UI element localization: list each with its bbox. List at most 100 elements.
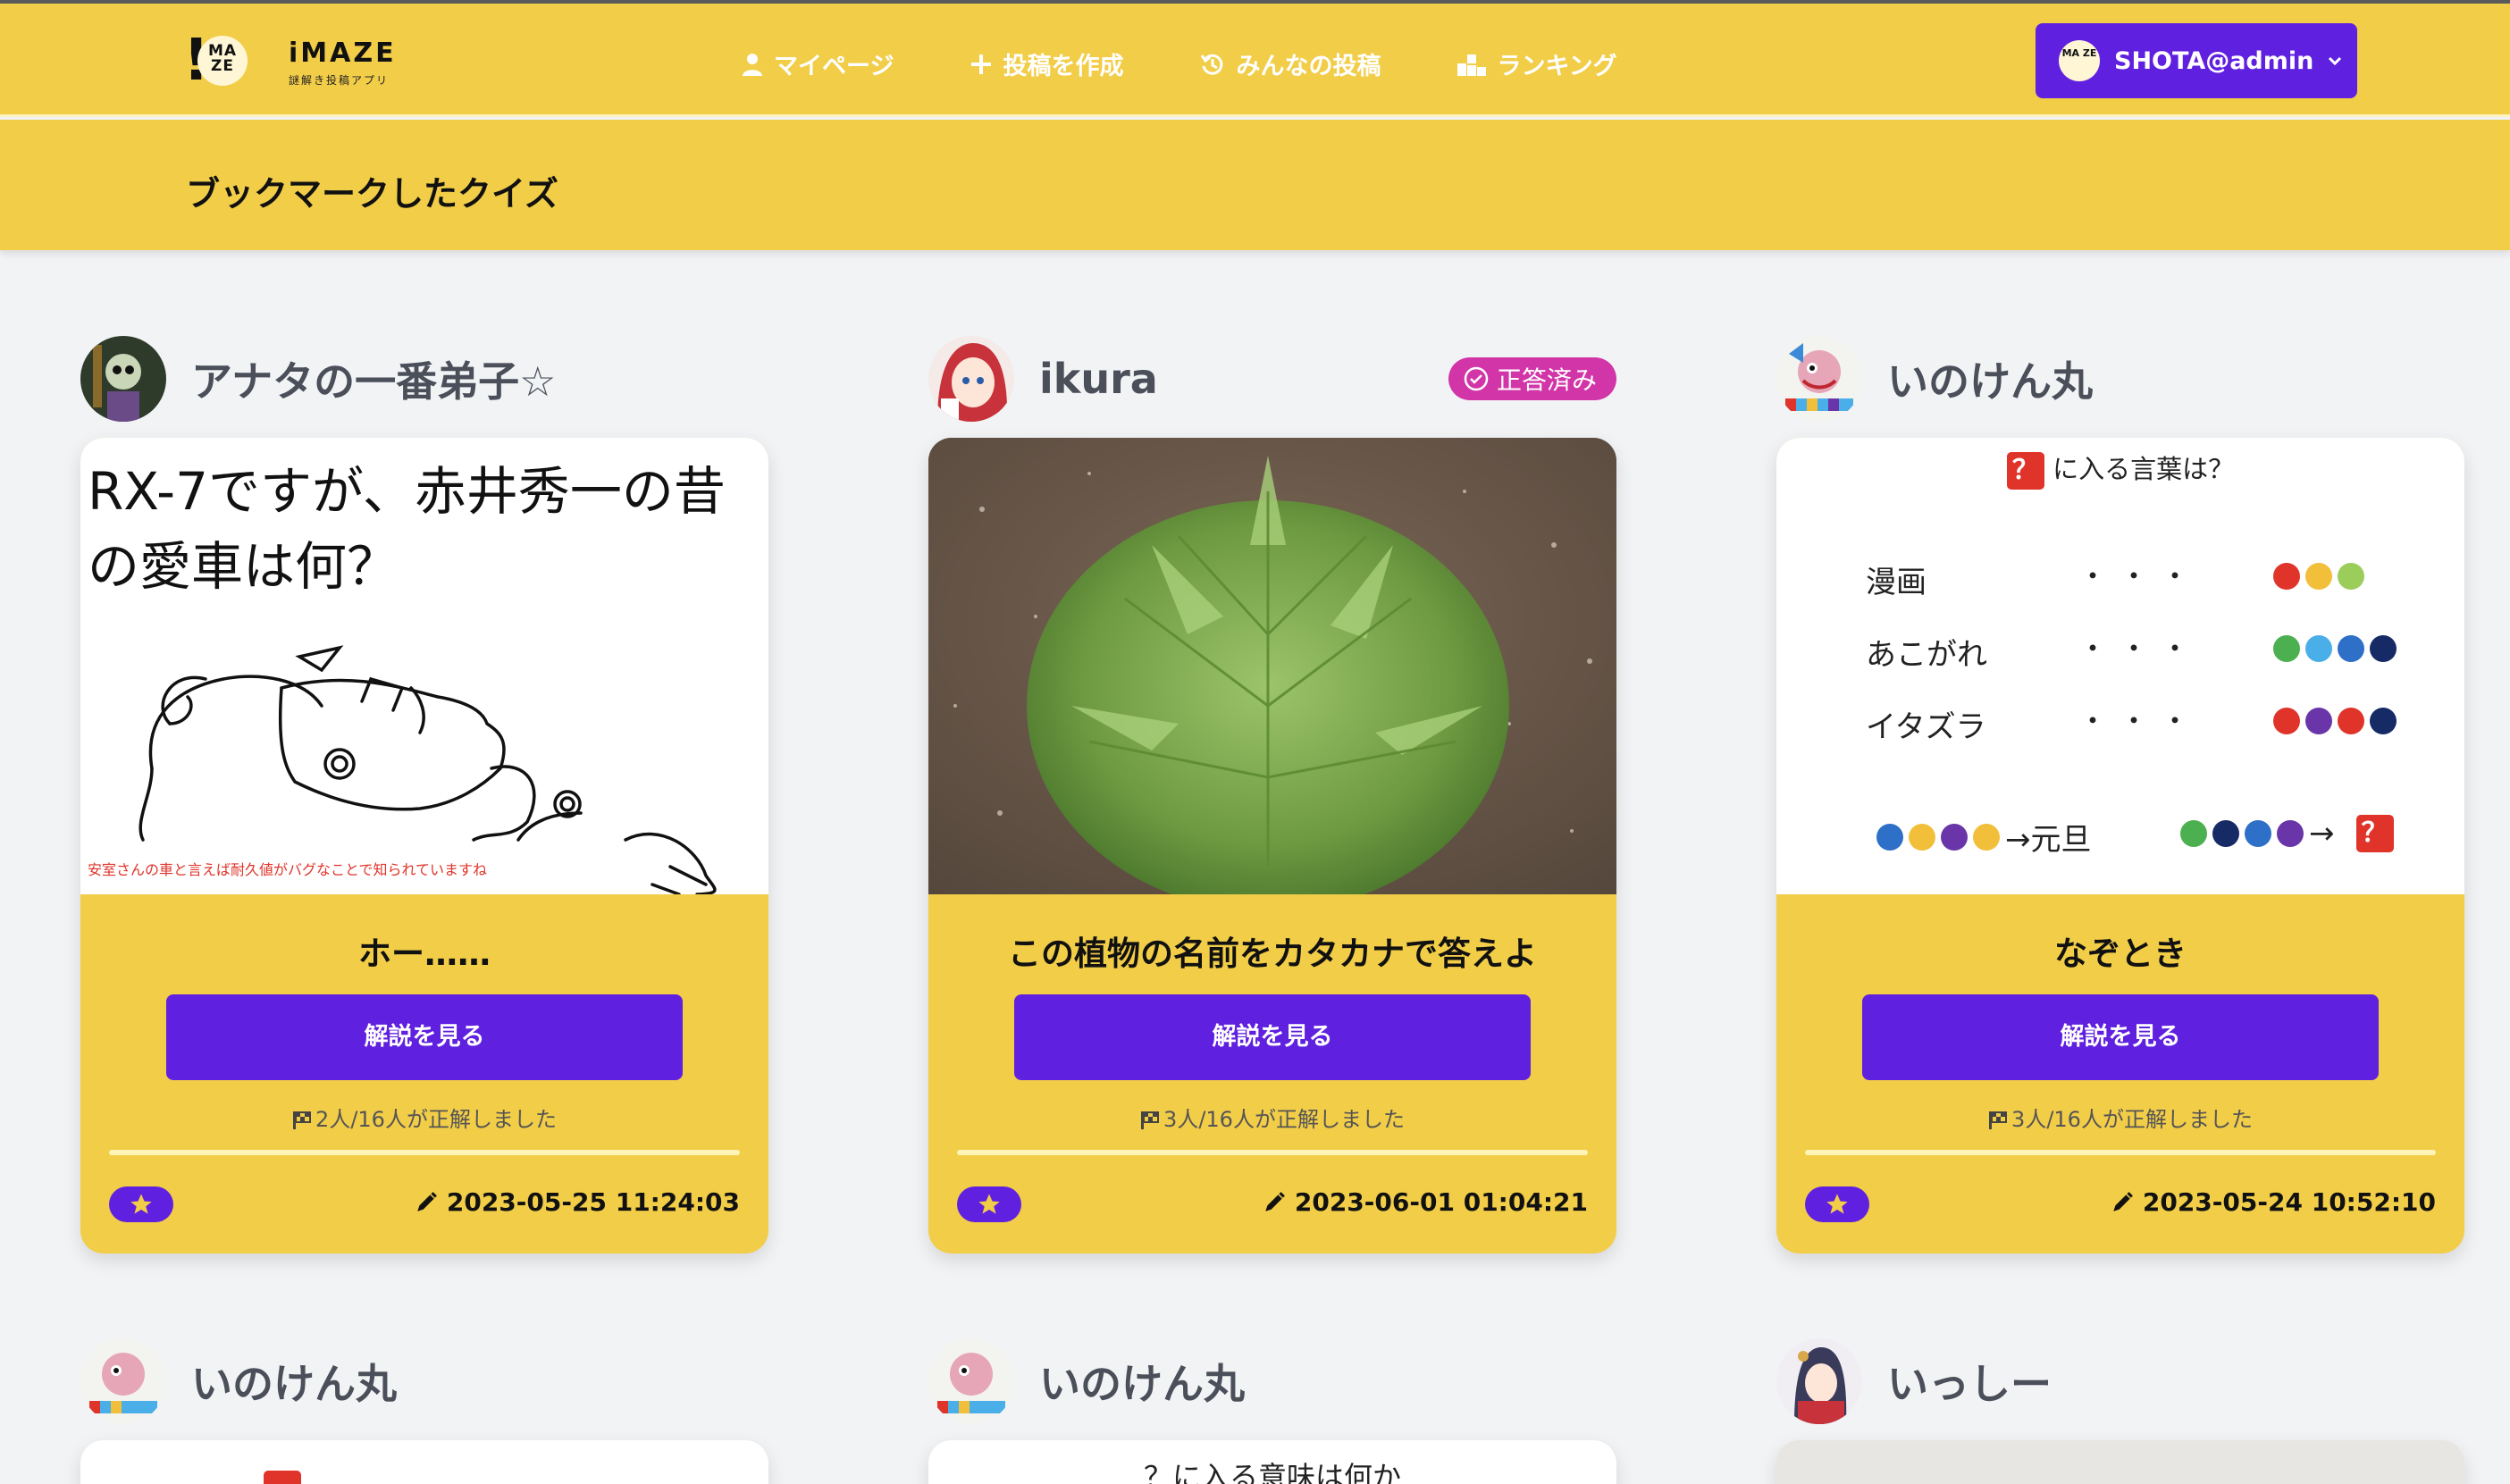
quiz-image-hint: 安室さんの車と言えば耐久値がバグなことで知られていますね [88, 861, 488, 878]
ranking-podium-icon [1457, 54, 1487, 76]
card-author[interactable]: ikura 正答済み [928, 336, 1616, 422]
puzzle-word: あこがれ [1866, 637, 1987, 673]
nav-item-create-post[interactable]: 投稿を作成 [970, 46, 1123, 81]
bookmark-star-button[interactable] [957, 1186, 1021, 1222]
color-dot [2370, 708, 2397, 734]
user-menu-button[interactable]: MA ZE SHOTA@admin [2036, 23, 2357, 98]
solved-badge: 正答済み [1448, 357, 1616, 400]
quiz-image [928, 438, 1616, 894]
quiz-card[interactable] [80, 1440, 768, 1484]
app-logo[interactable]: ! MA ZE iMAZE 謎解き投稿アプリ [183, 30, 397, 95]
avatar [80, 336, 166, 422]
page-header: ブックマークしたクイズ [0, 120, 2510, 250]
author-name: アナタの一番弟子☆ [191, 357, 557, 406]
card-author[interactable]: いのけん丸 [80, 1338, 768, 1424]
card-divider [1805, 1150, 2436, 1155]
quiz-image: RX-7ですが、赤井秀一の昔の愛車は何？ 安室さんの車と言えば耐久値がバグなこと… [80, 438, 768, 894]
color-dot [2305, 563, 2332, 590]
color-sequence [2273, 563, 2370, 590]
color-dot [2305, 708, 2332, 734]
star-icon [1826, 1194, 1848, 1214]
quiz-card-column: アナタの一番弟子☆ RX-7ですが、赤井秀一の昔の愛車は何？ 安室さんの車と言え… [80, 336, 768, 1253]
puzzle-dots: ・・・ [2078, 559, 2203, 593]
card-author[interactable]: いのけん丸 [928, 1338, 1616, 1424]
card-title: ホー…… [358, 935, 491, 973]
author-name: いのけん丸 [191, 1360, 397, 1408]
question-mark-box: ？ [2006, 452, 2044, 490]
quiz-card-column: いのけん丸 [80, 1338, 768, 1484]
flag-checkered-icon [1141, 1111, 1160, 1129]
card-divider [109, 1150, 740, 1155]
card-divider [957, 1150, 1588, 1155]
puzzle-question: → ？ [2180, 815, 2394, 852]
avatar [1776, 1338, 1862, 1424]
quiz-card[interactable]: この植物の名前をカタカナで答えよ 解説を見る 3人/16人が正解しました 202… [928, 438, 1616, 1253]
avatar [928, 1338, 1014, 1424]
pencil-icon [2113, 1191, 2133, 1212]
puzzle-header: ？ に入る言葉は？ [1776, 449, 2464, 490]
user-avatar: MA ZE [2059, 40, 2100, 81]
color-sequence [2273, 708, 2402, 734]
star-icon [978, 1194, 1000, 1214]
quiz-card-column: いのけん丸 ？に入る意味は何か [928, 1338, 1616, 1484]
pencil-icon [1265, 1191, 1285, 1212]
quiz-card-column: いっしー [1776, 1338, 2464, 1484]
author-name: いっしー [1887, 1360, 2052, 1408]
color-dot [2273, 635, 2300, 662]
quiz-card[interactable]: RX-7ですが、赤井秀一の昔の愛車は何？ 安室さんの車と言えば耐久値がバグなこと… [80, 438, 768, 1253]
quiz-image-question: RX-7ですが、赤井秀一の昔の愛車は何？ [88, 461, 726, 597]
star-icon [130, 1194, 152, 1214]
quiz-card-column: ikura 正答済み この植物の名前をカタカナで答えよ 解説を見る 3人/16人… [928, 336, 1616, 1253]
view-explanation-button[interactable]: 解説を見る [166, 994, 683, 1080]
color-dot [2338, 635, 2364, 662]
author-name: いのけん丸 [1039, 1360, 1245, 1408]
puzzle-dots: ・・・ [2078, 632, 2203, 666]
bookmark-star-button[interactable] [109, 1186, 173, 1222]
post-date: 2023-05-24 10:52:10 [2111, 1187, 2436, 1217]
user-icon [743, 53, 762, 76]
plus-icon [971, 54, 992, 74]
quiz-image-question: ？に入る意味は何か [1143, 1460, 1401, 1484]
color-dot [2338, 563, 2364, 590]
user-name: SHOTA@admin [2114, 46, 2314, 75]
nav-item-mypage[interactable]: マイページ [742, 46, 894, 81]
color-dot [2370, 635, 2397, 662]
check-circle-icon [1464, 366, 1489, 391]
nav-item-all-posts[interactable]: みんなの投稿 [1200, 46, 1381, 81]
puzzle-example: →元旦 [1876, 815, 2092, 859]
color-sequence [2273, 635, 2402, 662]
card-author[interactable]: いのけん丸 [1776, 336, 2464, 422]
logo-mark-icon: ! MA ZE [183, 30, 248, 95]
post-date: 2023-06-01 01:04:21 [1263, 1187, 1588, 1217]
puzzle-word: イタズラ [1866, 709, 1986, 745]
quiz-card-column: いのけん丸 ？ に入る言葉は？ 漫画 ・・・ あこがれ ・・・ イタズラ ・・・… [1776, 336, 2464, 1253]
puzzle-dots: ・・・ [2078, 704, 2203, 738]
bookmark-star-button[interactable] [1805, 1186, 1869, 1222]
page-title: ブックマークしたクイズ [186, 174, 558, 214]
view-explanation-button[interactable]: 解説を見る [1014, 994, 1531, 1080]
card-author[interactable]: いっしー [1776, 1338, 2464, 1424]
navbar: ! MA ZE iMAZE 謎解き投稿アプリ マイページ 投稿を作成 みんなの投稿… [0, 4, 2510, 117]
puzzle-word: 漫画 [1866, 565, 1927, 600]
quiz-card[interactable]: ？に入る意味は何か [928, 1440, 1616, 1484]
color-dot [2273, 708, 2300, 734]
history-icon [1201, 54, 1223, 75]
nav-item-ranking[interactable]: ランキング [1457, 46, 1617, 81]
logo-subtitle: 謎解き投稿アプリ [289, 74, 390, 87]
correct-count: 3人/16人が正解しました [928, 1102, 1616, 1133]
quiz-card[interactable] [1776, 1440, 2464, 1484]
avatar [928, 336, 1014, 422]
flag-checkered-icon [1989, 1111, 2008, 1129]
color-dot [2338, 708, 2364, 734]
quiz-card[interactable]: ？ に入る言葉は？ 漫画 ・・・ あこがれ ・・・ イタズラ ・・・ →元旦 →… [1776, 438, 2464, 1253]
card-author[interactable]: アナタの一番弟子☆ [80, 336, 768, 422]
main-nav: マイページ 投稿を作成 みんなの投稿 ランキング [742, 46, 1694, 81]
avatar [1776, 336, 1862, 422]
avatar [80, 1338, 166, 1424]
correct-count: 2人/16人が正解しました [80, 1102, 768, 1133]
quiz-image: ？ に入る言葉は？ 漫画 ・・・ あこがれ ・・・ イタズラ ・・・ →元旦 →… [1776, 438, 2464, 894]
question-mark-box: ？ [2355, 815, 2394, 852]
view-explanation-button[interactable]: 解説を見る [1862, 994, 2379, 1080]
author-name: ikura [1039, 355, 1158, 403]
correct-count: 3人/16人が正解しました [1776, 1102, 2464, 1133]
